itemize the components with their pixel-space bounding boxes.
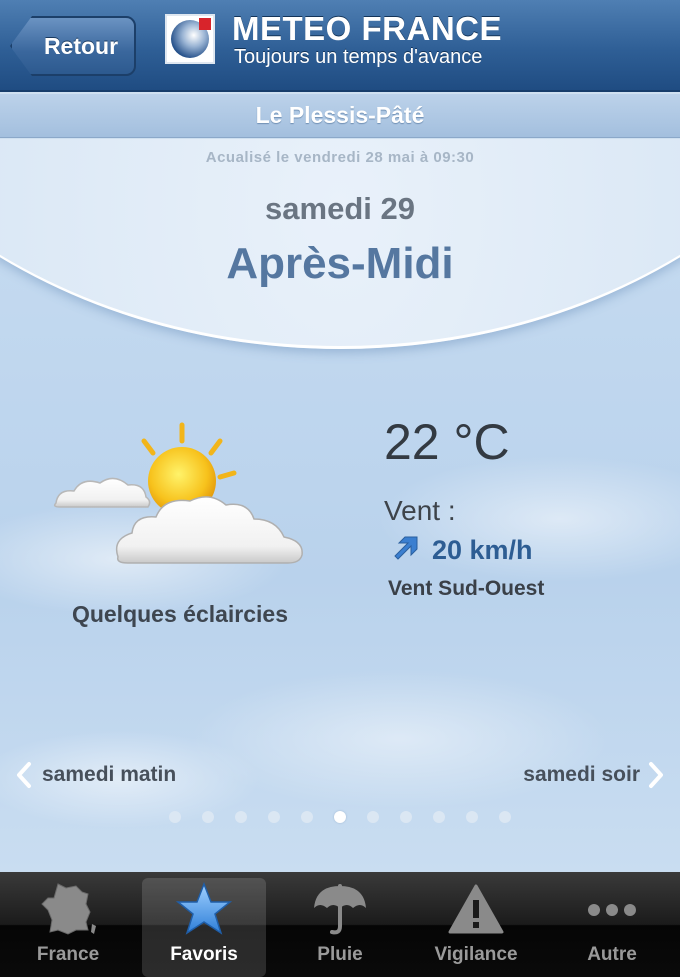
header-bar: Retour METEO FRANCE Toujours un temps d'…: [0, 0, 680, 92]
next-period-label: samedi soir: [523, 763, 640, 786]
star-icon: [175, 881, 233, 935]
page-dot[interactable]: [268, 811, 280, 823]
condition-text: Quelques éclaircies: [71, 601, 289, 627]
tab-france[interactable]: France: [0, 872, 136, 977]
tab-label-france: France: [36, 944, 100, 965]
temperature-value: 22 °C: [384, 414, 510, 470]
page-dot[interactable]: [235, 811, 247, 823]
page-dot[interactable]: [169, 811, 181, 823]
city-title: Le Plessis-Pâté: [0, 94, 680, 138]
umbrella-icon: [314, 884, 366, 935]
page-dot[interactable]: [433, 811, 445, 823]
previous-period-button[interactable]: samedi matin: [14, 761, 176, 789]
forecast-period: Après-Midi: [226, 239, 454, 288]
tab-favoris[interactable]: Favoris: [136, 872, 272, 977]
page-dot[interactable]: [202, 811, 214, 823]
france-map-icon: [41, 883, 96, 935]
tab-label-autre: Autre: [587, 944, 637, 965]
tab-autre[interactable]: Autre: [544, 872, 680, 977]
page-dot[interactable]: [400, 811, 412, 823]
update-timestamp: Acualisé le vendredi 28 mai à 09:30: [205, 149, 475, 166]
page-dot[interactable]: [499, 811, 511, 823]
meteo-france-logo: [165, 14, 215, 64]
sun-behind-clouds-icon: [53, 422, 303, 564]
page-indicator[interactable]: [0, 811, 680, 823]
chevron-right-icon: [649, 762, 663, 788]
tab-vigilance[interactable]: Vigilance: [408, 872, 544, 977]
chevron-left-icon: [17, 762, 31, 788]
previous-period-label: samedi matin: [42, 763, 177, 786]
more-dots-icon: [588, 904, 636, 916]
warning-triangle-icon: [448, 884, 504, 934]
forecast-panel: Acualisé le vendredi 28 mai à 09:30 same…: [0, 139, 680, 872]
tab-pluie[interactable]: Pluie: [272, 872, 408, 977]
tab-bar: France Favoris Pluie Vigilance Autre: [0, 872, 680, 977]
page-dot[interactable]: [466, 811, 478, 823]
tab-label-vigilance: Vigilance: [434, 944, 518, 965]
page-dot[interactable]: [367, 811, 379, 823]
wind-speed: 20 km/h: [432, 535, 533, 565]
back-button[interactable]: Retour: [10, 16, 136, 76]
page-dot[interactable]: [334, 811, 346, 823]
page-dot[interactable]: [301, 811, 313, 823]
tab-label-favoris: Favoris: [170, 944, 238, 965]
app-screen: Retour METEO FRANCE Toujours un temps d'…: [0, 0, 680, 977]
next-period-button[interactable]: samedi soir: [523, 761, 666, 789]
arrow-north-east-icon: [394, 536, 418, 560]
brand-title: METEO FRANCE: [232, 10, 502, 47]
back-button-label: Retour: [43, 32, 119, 59]
forecast-day: samedi 29: [265, 191, 415, 226]
brand-tagline: Toujours un temps d'avance: [234, 46, 483, 68]
tab-label-pluie: Pluie: [317, 944, 363, 965]
wind-direction: Vent Sud-Ouest: [388, 577, 545, 600]
wind-label: Vent :: [384, 495, 456, 526]
